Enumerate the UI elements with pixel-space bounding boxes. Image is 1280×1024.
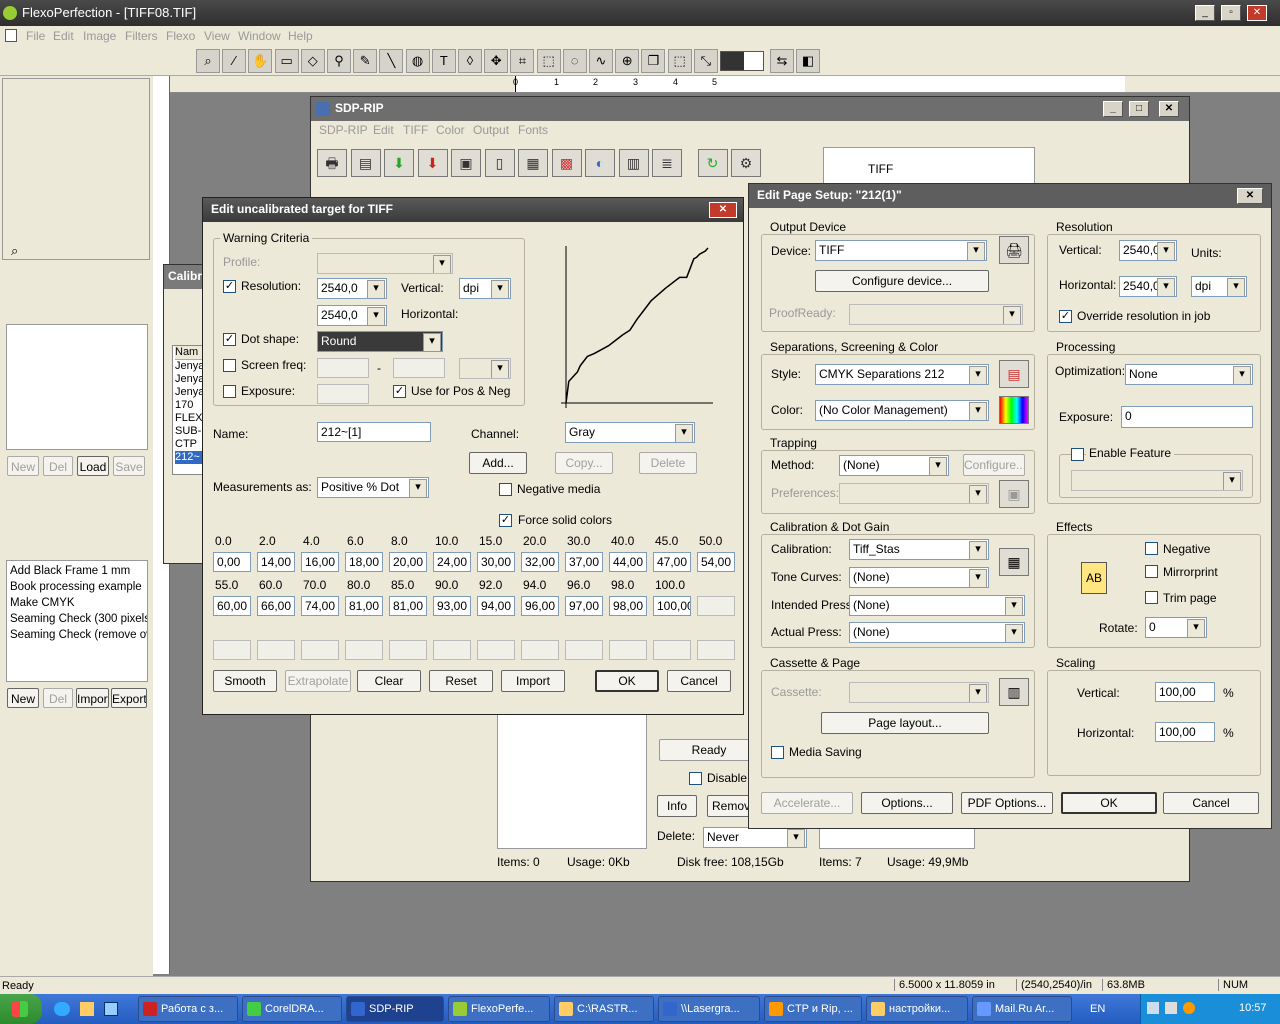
taskbar-button[interactable]: C:\RASTR... [554,996,654,1022]
task-label: \\Lasergra... [681,1003,740,1015]
task-app-icon [769,1002,783,1016]
task-app-icon [247,1002,261,1016]
task-app-icon [351,1002,365,1016]
taskbar-button[interactable]: Работа с з... [138,996,238,1022]
taskbar-button[interactable]: настройки... [866,996,968,1022]
taskbar-button[interactable]: SDP-RIP [346,996,444,1022]
taskbar-button[interactable]: Mail.Ru Ar... [972,996,1072,1022]
task-app-icon [663,1002,677,1016]
task-label: CTP и Rip, ... [787,1003,853,1015]
task-label: SDP-RIP [369,1003,414,1015]
taskbar-button[interactable]: CorelDRA... [242,996,342,1022]
task-app-icon [559,1002,573,1016]
task-label: FlexoPerfe... [471,1003,534,1015]
tray-app-icon[interactable] [1183,1002,1195,1014]
task-app-icon [977,1002,991,1016]
taskbar-button[interactable]: FlexoPerfe... [448,996,550,1022]
taskbar-button[interactable]: \\Lasergra... [658,996,760,1022]
task-label: Mail.Ru Ar... [995,1003,1055,1015]
tray-clock[interactable]: 10:57 [1239,1002,1267,1014]
task-label: CorelDRA... [265,1003,324,1015]
task-label: C:\RASTR... [577,1003,638,1015]
task-app-icon [871,1002,885,1016]
system-tray: 10:57 [1140,994,1280,1024]
taskbar-button[interactable]: CTP и Rip, ... [764,996,862,1022]
tray-network-icon[interactable] [1147,1002,1159,1014]
task-label: Работа с з... [161,1003,224,1015]
task-label: настройки... [889,1003,951,1015]
task-app-icon [143,1002,157,1016]
taskbar: Работа с з... CorelDRA... SDP-RIP FlexoPerf… [0,994,1280,1024]
task-buttons: Работа с з... CorelDRA... SDP-RIP FlexoPerf… [0,0,1280,1024]
tray-speaker-icon[interactable] [1165,1002,1177,1014]
language-indicator[interactable]: EN [1090,1003,1105,1015]
task-app-icon [453,1002,467,1016]
